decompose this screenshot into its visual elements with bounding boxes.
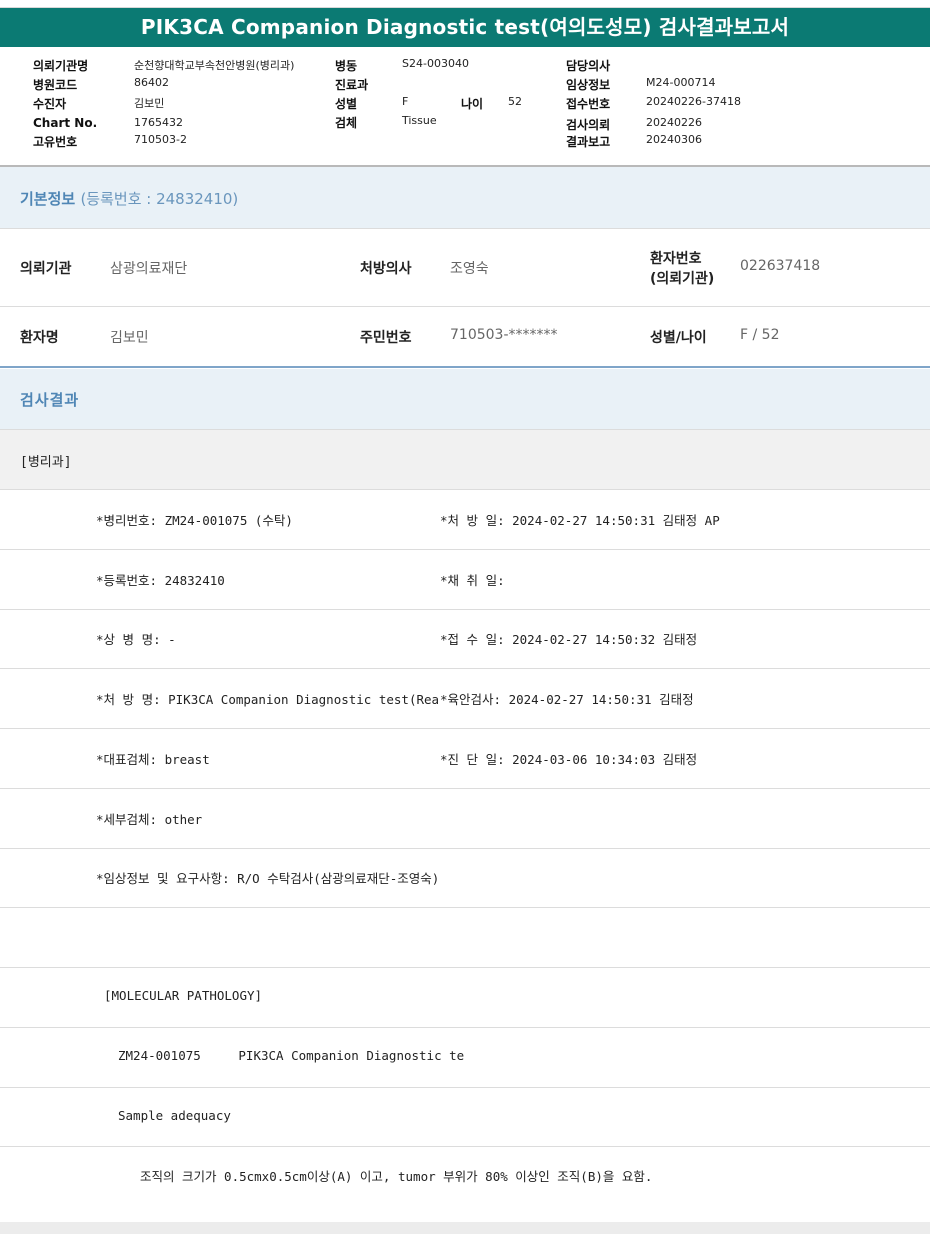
report-title: PIK3CA Companion Diagnostic test(여의도성모) …	[0, 8, 930, 47]
request-date-label: 검사의뢰	[566, 118, 611, 132]
patient-no-value: 022637418	[740, 258, 821, 274]
prescription-name: *처 방 명: PIK3CA Companion Diagnostic test…	[96, 692, 440, 707]
clinical-request: *임상정보 및 요구사항: R/O 수탁검사(삼광의료재단-조영숙)	[96, 871, 440, 886]
result-row-adequacy: Sample adequacy	[0, 1088, 930, 1147]
report-header: 의뢰기관명 순천향대학교부속천안병원(병리과) 병원코드 86402 수진자 김…	[0, 47, 930, 167]
clinical-info-label: 임상정보	[566, 78, 611, 92]
gross-exam-date: *육안검사: 2024-02-27 14:50:31 김태정	[440, 692, 694, 707]
resident-no-label: 주민번호	[360, 330, 412, 346]
basic-info-row-1: 의뢰기관 삼광의료재단 처방의사 조영숙 환자번호 (의뢰기관) 0226374…	[0, 229, 930, 307]
ward-label: 병동	[335, 59, 358, 73]
result-row-1: *병리번호: ZM24-001075 (수탁) *처 방 일: 2024-02-…	[0, 490, 930, 550]
report-date-value: 20240306	[646, 133, 702, 146]
requesting-institution-label: 의뢰기관	[20, 261, 72, 277]
top-border	[0, 0, 930, 8]
age-label: 나이	[461, 97, 484, 111]
sex-age-label: 성별/나이	[650, 330, 707, 346]
requesting-institution-value: 삼광의료재단	[110, 261, 188, 277]
examinee-value: 김보민	[134, 97, 165, 110]
clinical-info-value: M24-000714	[646, 76, 716, 89]
result-row-case: ZM24-001075 PIK3CA Companion Diagnostic …	[0, 1028, 930, 1088]
hospital-code-label: 병원코드	[33, 78, 78, 92]
sample-adequacy: Sample adequacy	[118, 1108, 231, 1123]
basic-info-title: 기본정보	[20, 190, 76, 208]
specimen-label: 검체	[335, 116, 358, 130]
adequacy-note: 조직의 크기가 0.5cmx0.5cm이상(A) 이고, tumor 부위가 8…	[140, 1169, 653, 1184]
sex-label: 성별	[335, 97, 358, 111]
result-row-note: 조직의 크기가 0.5cmx0.5cm이상(A) 이고, tumor 부위가 8…	[0, 1147, 930, 1221]
results-title: 검사결과	[20, 391, 80, 409]
molecular-pathology-header: [MOLECULAR PATHOLOGY]	[104, 988, 263, 1003]
prescription-date: *처 방 일: 2024-02-27 14:50:31 김태정 AP	[440, 513, 720, 528]
ward-value: S24-003040	[402, 57, 469, 70]
sex-age-value: F / 52	[740, 327, 780, 343]
institution-label: 의뢰기관명	[33, 59, 89, 73]
hospital-code-value: 86402	[134, 76, 169, 89]
unique-no-label: 고유번호	[33, 135, 78, 149]
molecular-case-line: ZM24-001075 PIK3CA Companion Diagnostic …	[118, 1048, 465, 1063]
diagnosis-date: *진 단 일: 2024-03-06 10:34:03 김태정	[440, 752, 698, 767]
request-date-value: 20240226	[646, 116, 702, 129]
pathology-number: *병리번호: ZM24-001075 (수탁)	[96, 513, 293, 528]
doctor-label: 담당의사	[566, 59, 611, 73]
result-row-blank	[0, 908, 930, 968]
registration-line: *등록번호: 24832410	[96, 573, 225, 588]
patient-name-value: 김보민	[110, 330, 149, 346]
result-row-3: *상 병 명: - *접 수 일: 2024-02-27 14:50:32 김태…	[0, 610, 930, 669]
chart-no-value: 1765432	[134, 116, 183, 129]
department-row: [병리과]	[0, 430, 930, 490]
resident-no-value: 710503-*******	[450, 327, 558, 343]
result-row-5: *대표검체: breast *진 단 일: 2024-03-06 10:34:0…	[0, 729, 930, 789]
registration-number: (등록번호 : 24832410)	[80, 190, 239, 208]
patient-name-label: 환자명	[20, 330, 59, 346]
patient-no-sublabel: (의뢰기관)	[650, 271, 715, 287]
basic-info-row-2: 환자명 김보민 주민번호 710503-******* 성별/나이 F / 52	[0, 307, 930, 368]
representative-specimen: *대표검체: breast	[96, 752, 210, 767]
result-row-molecular: [MOLECULAR PATHOLOGY]	[0, 968, 930, 1028]
prescriber-value: 조영숙	[450, 261, 489, 277]
result-row-2: *등록번호: 24832410 *채 취 일:	[0, 550, 930, 610]
result-row-6: *세부검체: other	[0, 789, 930, 849]
patient-no-label: 환자번호	[650, 251, 702, 267]
receipt-no-label: 접수번호	[566, 97, 611, 111]
department-label: 진료과	[335, 78, 369, 92]
receipt-date: *접 수 일: 2024-02-27 14:50:32 김태정	[440, 632, 698, 647]
report-date-label: 결과보고	[566, 135, 611, 149]
prescriber-label: 처방의사	[360, 261, 412, 277]
department-tag: [병리과]	[20, 455, 72, 470]
diagnosis-name: *상 병 명: -	[96, 632, 176, 647]
results-header: 검사결과	[0, 369, 930, 430]
collection-date: *채 취 일:	[440, 573, 505, 588]
basic-info-header: 기본정보 (등록번호 : 24832410)	[0, 167, 930, 229]
sex-value: F	[402, 95, 409, 108]
result-row-7: *임상정보 및 요구사항: R/O 수탁검사(삼광의료재단-조영숙)	[0, 849, 930, 908]
institution-value: 순천향대학교부속천안병원(병리과)	[134, 59, 295, 72]
age-value: 52	[508, 95, 522, 108]
result-row-4: *처 방 명: PIK3CA Companion Diagnostic test…	[0, 669, 930, 729]
receipt-no-value: 20240226-37418	[646, 95, 741, 108]
chart-no-label: Chart No.	[33, 116, 98, 130]
examinee-label: 수진자	[33, 97, 67, 111]
detailed-specimen: *세부검체: other	[96, 812, 203, 827]
specimen-value: Tissue	[402, 114, 437, 127]
bottom-border	[0, 1222, 930, 1234]
unique-no-value: 710503-2	[134, 133, 187, 146]
